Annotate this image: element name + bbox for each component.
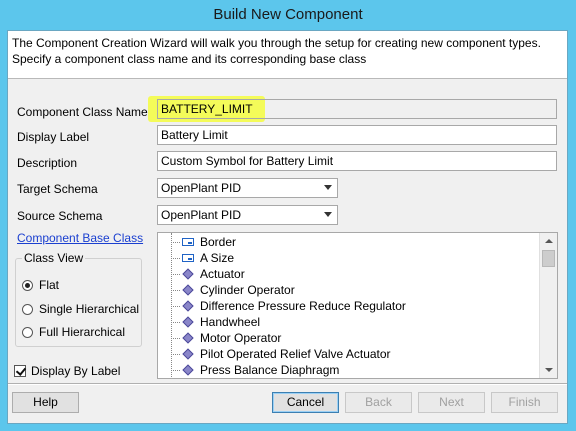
diamond-icon <box>182 348 194 360</box>
display-by-label-checkbox[interactable]: Display By Label <box>14 364 120 378</box>
diamond-icon <box>182 284 194 296</box>
diamond-icon <box>182 316 194 328</box>
display-by-label-text: Display By Label <box>31 364 121 378</box>
tree-scrollbar[interactable] <box>539 233 557 378</box>
tree-item[interactable]: Motor Operator <box>171 330 281 346</box>
tree-item-label: Pilot Operated Relief Valve Actuator <box>200 347 391 361</box>
tree-item-label: A Size <box>200 251 235 265</box>
radio-unselected-icon <box>22 303 33 315</box>
tree-item[interactable]: Difference Pressure Reduce Regulator <box>171 298 406 314</box>
source-schema-label: Source Schema <box>17 209 103 223</box>
tree-item-label: Actuator <box>200 267 245 281</box>
tree-item[interactable]: Border <box>171 234 236 250</box>
class-view-group: Class View Flat Single Hierarchical Full… <box>15 251 142 347</box>
tree-item-label: Border <box>200 235 237 249</box>
checkmark-icon <box>14 365 26 377</box>
radio-flat[interactable]: Flat <box>22 278 59 292</box>
radio-flat-label: Flat <box>39 278 60 292</box>
frame-icon <box>182 254 194 262</box>
diamond-icon <box>182 268 194 280</box>
footer-divider <box>8 383 567 385</box>
component-class-name-label: Component Class Name <box>17 105 148 119</box>
radio-single-hierarchical[interactable]: Single Hierarchical <box>22 302 139 316</box>
tree-item[interactable]: Cylinder Operator <box>171 282 295 298</box>
radio-unselected-icon <box>22 326 33 338</box>
tree-branch-line <box>171 289 180 291</box>
diamond-icon <box>182 300 194 312</box>
radio-selected-icon <box>22 279 33 291</box>
tree-item-label: Press Balance Diaphragm <box>200 363 340 377</box>
tree-branch-line <box>171 321 180 323</box>
tree-item[interactable]: A Size <box>171 250 234 266</box>
display-label-label: Display Label <box>17 130 90 144</box>
help-button[interactable]: Help <box>12 392 79 413</box>
radio-full-hierarchical-label: Full Hierarchical <box>39 325 126 339</box>
wizard-window: Build New Component The Component Creati… <box>0 0 576 431</box>
description-input[interactable]: Custom Symbol for Battery Limit <box>157 151 557 171</box>
base-class-tree[interactable]: Border A Size Actuator Cylinder Operator <box>157 232 558 379</box>
frame-icon <box>182 238 194 246</box>
tree-item-label: Motor Operator <box>200 331 282 345</box>
tree-branch-line <box>171 257 180 259</box>
target-schema-label: Target Schema <box>17 182 98 196</box>
component-base-class-link[interactable]: Component Base Class <box>17 231 143 245</box>
tree-branch-line <box>171 241 180 243</box>
window-title: Build New Component <box>213 6 363 23</box>
tree-branch-line <box>171 273 180 275</box>
class-view-title: Class View <box>22 251 86 265</box>
tree-branch-line <box>171 305 180 307</box>
description-label: Description <box>17 156 78 170</box>
back-button[interactable]: Back <box>345 392 412 413</box>
chevron-down-icon <box>324 212 332 217</box>
tree-branch-line <box>171 353 180 355</box>
tree-item[interactable]: Actuator <box>171 266 245 282</box>
radio-full-hierarchical[interactable]: Full Hierarchical <box>22 325 125 339</box>
wizard-client-area: The Component Creation Wizard will walk … <box>7 30 568 424</box>
diamond-icon <box>182 332 194 344</box>
component-class-name-input[interactable]: BATTERY_LIMIT <box>157 99 557 119</box>
chevron-down-icon <box>324 185 332 190</box>
tree-item[interactable]: Press Balance Diaphragm <box>171 362 339 378</box>
finish-button[interactable]: Finish <box>491 392 558 413</box>
scroll-up-icon[interactable] <box>540 233 557 249</box>
next-button[interactable]: Next <box>418 392 485 413</box>
tree-branch-line <box>171 337 180 339</box>
wizard-description: The Component Creation Wizard will walk … <box>12 36 541 66</box>
source-schema-value: OpenPlant PID <box>161 208 242 222</box>
wizard-header: The Component Creation Wizard will walk … <box>8 31 567 79</box>
tree-item[interactable]: Pilot Operated Relief Valve Actuator <box>171 346 391 362</box>
tree-item-label: Handwheel <box>200 315 261 329</box>
scroll-down-icon[interactable] <box>540 362 557 378</box>
cancel-button[interactable]: Cancel <box>272 392 339 413</box>
tree-item-label: Difference Pressure Reduce Regulator <box>200 299 406 313</box>
tree-branch-line <box>171 369 180 371</box>
target-schema-value: OpenPlant PID <box>161 181 242 195</box>
tree-item[interactable]: Handwheel <box>171 314 260 330</box>
source-schema-select[interactable]: OpenPlant PID <box>157 205 338 225</box>
target-schema-select[interactable]: OpenPlant PID <box>157 178 338 198</box>
tree-item-label: Cylinder Operator <box>200 283 295 297</box>
display-label-input[interactable]: Battery Limit <box>157 125 557 145</box>
diamond-icon <box>182 364 194 376</box>
scroll-thumb[interactable] <box>542 250 555 267</box>
radio-single-hierarchical-label: Single Hierarchical <box>39 302 140 316</box>
